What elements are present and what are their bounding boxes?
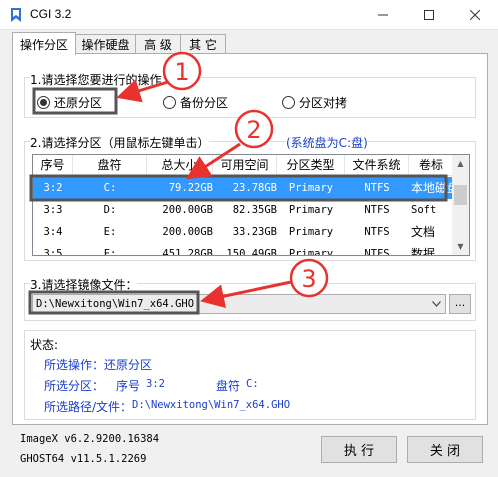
radio-backup-label: 备份分区 bbox=[180, 96, 229, 110]
radio-backup[interactable]: 备份分区 bbox=[163, 94, 228, 111]
minimize-icon bbox=[378, 14, 388, 16]
cell-size: 451.28GB bbox=[162, 248, 213, 256]
cell-free: 150.49GB bbox=[226, 248, 277, 256]
cell-fs: NTFS bbox=[364, 182, 390, 194]
col-header-size[interactable]: 总大小 bbox=[147, 155, 213, 176]
radio-dot-icon bbox=[37, 96, 50, 109]
chevron-down-icon[interactable] bbox=[427, 295, 445, 313]
col-header-free[interactable]: 可用空间 bbox=[213, 155, 277, 176]
status-part-drive-label: 盘符 bbox=[216, 379, 241, 393]
status-part-drive: C: bbox=[246, 378, 259, 390]
cell-size: 79.22GB bbox=[168, 182, 213, 194]
cell-type: Primary bbox=[288, 226, 334, 238]
radio-dot-icon bbox=[282, 96, 295, 109]
scroll-down-icon[interactable]: ▼ bbox=[452, 238, 469, 255]
cell-num: 3:5 bbox=[43, 248, 63, 256]
tab-strip: 操作分区 操作硬盘 高 级 其 它 bbox=[12, 32, 488, 55]
status-part-num: 3:2 bbox=[146, 378, 165, 390]
cell-drive: F: bbox=[103, 248, 117, 256]
image-file-combo[interactable]: D:\Newxitong\Win7_x64.GHO bbox=[32, 294, 446, 314]
cell-size: 200.00GB bbox=[162, 226, 213, 238]
tab-other[interactable]: 其 它 bbox=[180, 34, 226, 54]
tab-disk-ops[interactable]: 操作硬盘 bbox=[75, 34, 136, 54]
col-header-type[interactable]: 分区类型 bbox=[277, 155, 345, 176]
cell-label: 本地磁盘 bbox=[411, 181, 453, 195]
imagex-version: ImageX v6.2.9200.16384 bbox=[20, 433, 160, 445]
cell-drive: C: bbox=[103, 182, 117, 194]
image-file-value: D:\Newxitong\Win7_x64.GHO bbox=[36, 298, 195, 310]
cell-drive: D: bbox=[103, 204, 117, 216]
cell-num: 3:2 bbox=[43, 182, 63, 194]
scroll-thumb[interactable] bbox=[454, 185, 467, 205]
col-header-drive[interactable]: 盘符 bbox=[73, 155, 147, 176]
cell-label: Soft bbox=[411, 204, 437, 216]
cell-fs: NTFS bbox=[364, 248, 390, 256]
cgi-app-icon bbox=[11, 8, 21, 22]
partition-label: 2.请选择分区（用鼠标左键单击） bbox=[30, 134, 210, 151]
cell-type: Primary bbox=[288, 248, 334, 256]
partition-list-scrollbar[interactable]: ▲ ▼ bbox=[452, 155, 469, 255]
cell-label: 数据 bbox=[411, 247, 436, 256]
status-heading: 状态: bbox=[30, 338, 59, 352]
status-op-label: 所选操作： bbox=[44, 358, 105, 372]
radio-dot-icon bbox=[163, 96, 176, 109]
status-part-label: 所选分区： bbox=[44, 379, 105, 393]
scroll-up-icon[interactable]: ▲ bbox=[452, 155, 469, 172]
cell-free: 82.35GB bbox=[232, 204, 277, 216]
cell-num: 3:3 bbox=[43, 204, 63, 216]
cell-type: Primary bbox=[288, 182, 334, 194]
status-path-label: 所选路径/文件： bbox=[44, 400, 133, 414]
maximize-icon bbox=[424, 10, 434, 20]
radio-clone[interactable]: 分区对拷 bbox=[282, 94, 347, 111]
browse-button[interactable]: ... bbox=[449, 294, 471, 314]
tab-partition-ops[interactable]: 操作分区 bbox=[12, 32, 76, 55]
table-row[interactable]: 3:4 E: 200.00GB 33.23GB Primary NTFS 文档 bbox=[33, 221, 453, 243]
status-path-value: D:\Newxitong\Win7_x64.GHO bbox=[132, 399, 291, 411]
tab-advanced[interactable]: 高 级 bbox=[135, 34, 181, 54]
cell-size: 200.00GB bbox=[162, 204, 213, 216]
close-window-button[interactable] bbox=[452, 0, 498, 30]
status-part-num-label: 序号 bbox=[116, 379, 141, 393]
cell-free: 23.78GB bbox=[232, 182, 277, 194]
partition-list[interactable]: 序号 盘符 总大小 可用空间 分区类型 文件系统 卷标 3:2 C: 79.22… bbox=[32, 154, 470, 256]
cell-fs: NTFS bbox=[364, 226, 390, 238]
status-op-value: 还原分区 bbox=[104, 358, 153, 372]
cell-free: 33.23GB bbox=[232, 226, 277, 238]
table-row[interactable]: 3:3 D: 200.00GB 82.35GB Primary NTFS Sof… bbox=[33, 199, 453, 221]
radio-restore[interactable]: 还原分区 bbox=[37, 94, 102, 111]
maximize-button[interactable] bbox=[406, 0, 452, 30]
table-row[interactable]: 3:5 F: 451.28GB 150.49GB Primary NTFS 数据 bbox=[33, 243, 453, 256]
table-row[interactable]: 3:2 C: 79.22GB 23.78GB Primary NTFS 本地磁盘 bbox=[33, 177, 453, 199]
col-header-fs[interactable]: 文件系统 bbox=[345, 155, 409, 176]
cell-label: 文档 bbox=[411, 225, 436, 239]
col-header-num[interactable]: 序号 bbox=[33, 155, 73, 176]
execute-button[interactable]: 执 行 bbox=[321, 436, 397, 463]
title-bar: CGI 3.2 bbox=[0, 0, 498, 30]
system-disk-note: (系统盘为C:盘) bbox=[286, 134, 368, 151]
image-file-label: 3.请选择镜像文件： bbox=[30, 276, 138, 293]
close-icon bbox=[470, 10, 480, 20]
col-header-label[interactable]: 卷标 bbox=[409, 155, 453, 176]
radio-restore-label: 还原分区 bbox=[54, 96, 103, 110]
cell-type: Primary bbox=[288, 204, 334, 216]
cell-fs: NTFS bbox=[364, 204, 390, 216]
ghost-version: GHOST64 v11.5.1.2269 bbox=[20, 453, 147, 465]
close-button[interactable]: 关 闭 bbox=[407, 436, 483, 463]
partition-list-header: 序号 盘符 总大小 可用空间 分区类型 文件系统 卷标 bbox=[33, 155, 453, 176]
cell-drive: E: bbox=[103, 226, 117, 238]
cell-num: 3:4 bbox=[43, 226, 63, 238]
minimize-button[interactable] bbox=[360, 0, 406, 30]
window-title: CGI 3.2 bbox=[30, 7, 72, 21]
radio-clone-label: 分区对拷 bbox=[299, 96, 348, 110]
operation-label: 1.请选择您要进行的操作： bbox=[30, 71, 174, 88]
